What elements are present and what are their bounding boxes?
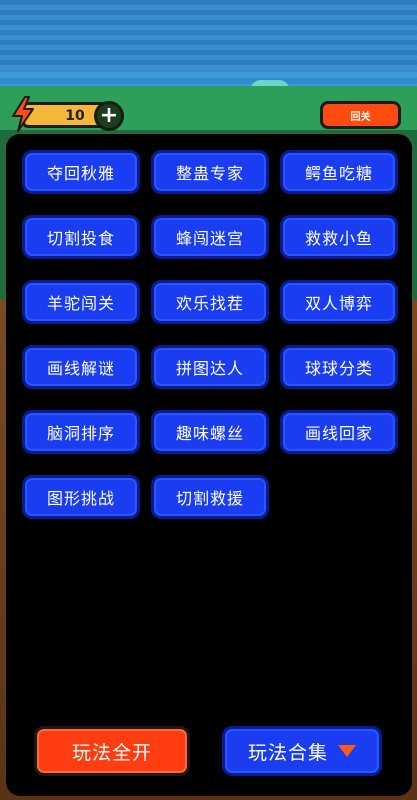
unlock-all-label: 玩法全开	[71, 741, 152, 764]
game-button-label: 救救小鱼	[304, 229, 373, 248]
top-right-button[interactable]: 回关	[320, 101, 401, 129]
game-button[interactable]: 图形挑战	[22, 475, 140, 519]
game-button-label: 鳄鱼吃糖	[304, 164, 373, 183]
game-button-label: 画线解谜	[46, 359, 115, 378]
top-right-button-label: 回关	[350, 111, 371, 123]
game-button[interactable]: 蜂闯迷宫	[151, 215, 269, 259]
lightning-bolt-icon	[12, 96, 34, 132]
plus-icon: +	[99, 103, 119, 128]
game-button[interactable]: 夺回秋雅	[22, 150, 140, 194]
game-button[interactable]: 欢乐找茬	[151, 280, 269, 324]
game-button[interactable]: 救救小鱼	[280, 215, 398, 259]
energy-count: 10	[65, 108, 85, 124]
game-button[interactable]: 切割投食	[22, 215, 140, 259]
sky-top-band	[0, 0, 417, 70]
game-button-label: 切割救援	[175, 489, 244, 508]
game-button[interactable]: 画线解谜	[22, 345, 140, 389]
game-button[interactable]: 羊驼闯关	[22, 280, 140, 324]
game-button[interactable]: 画线回家	[280, 410, 398, 454]
game-button[interactable]: 整蛊专家	[151, 150, 269, 194]
game-button-label: 球球分类	[304, 359, 373, 378]
game-button[interactable]: 脑洞排序	[22, 410, 140, 454]
game-button-label: 拼图达人	[175, 359, 244, 378]
game-button[interactable]: 双人博弈	[280, 280, 398, 324]
game-button-label: 画线回家	[304, 424, 373, 443]
game-button-label: 图形挑战	[46, 489, 115, 508]
game-button[interactable]: 切割救援	[151, 475, 269, 519]
game-button-label: 夺回秋雅	[46, 164, 115, 183]
game-button-label: 趣味螺丝	[175, 424, 244, 443]
game-button-label: 蜂闯迷宫	[175, 229, 244, 248]
add-energy-button[interactable]: +	[94, 101, 124, 131]
game-button-label: 脑洞排序	[46, 424, 115, 443]
caret-down-icon	[338, 745, 356, 757]
collection-dropdown-button[interactable]: 玩法合集	[222, 726, 382, 776]
game-button[interactable]: 球球分类	[280, 345, 398, 389]
game-button-label: 双人博弈	[304, 294, 373, 313]
game-button[interactable]: 趣味螺丝	[151, 410, 269, 454]
game-button-label: 欢乐找茬	[175, 294, 244, 313]
game-button-label: 切割投食	[46, 229, 115, 248]
unlock-all-button[interactable]: 玩法全开	[34, 726, 190, 776]
game-button-label: 整蛊专家	[175, 164, 244, 183]
game-button-label: 羊驼闯关	[46, 294, 115, 313]
game-button[interactable]: 鳄鱼吃糖	[280, 150, 398, 194]
collection-label: 玩法合集	[247, 741, 328, 764]
game-button[interactable]: 拼图达人	[151, 345, 269, 389]
